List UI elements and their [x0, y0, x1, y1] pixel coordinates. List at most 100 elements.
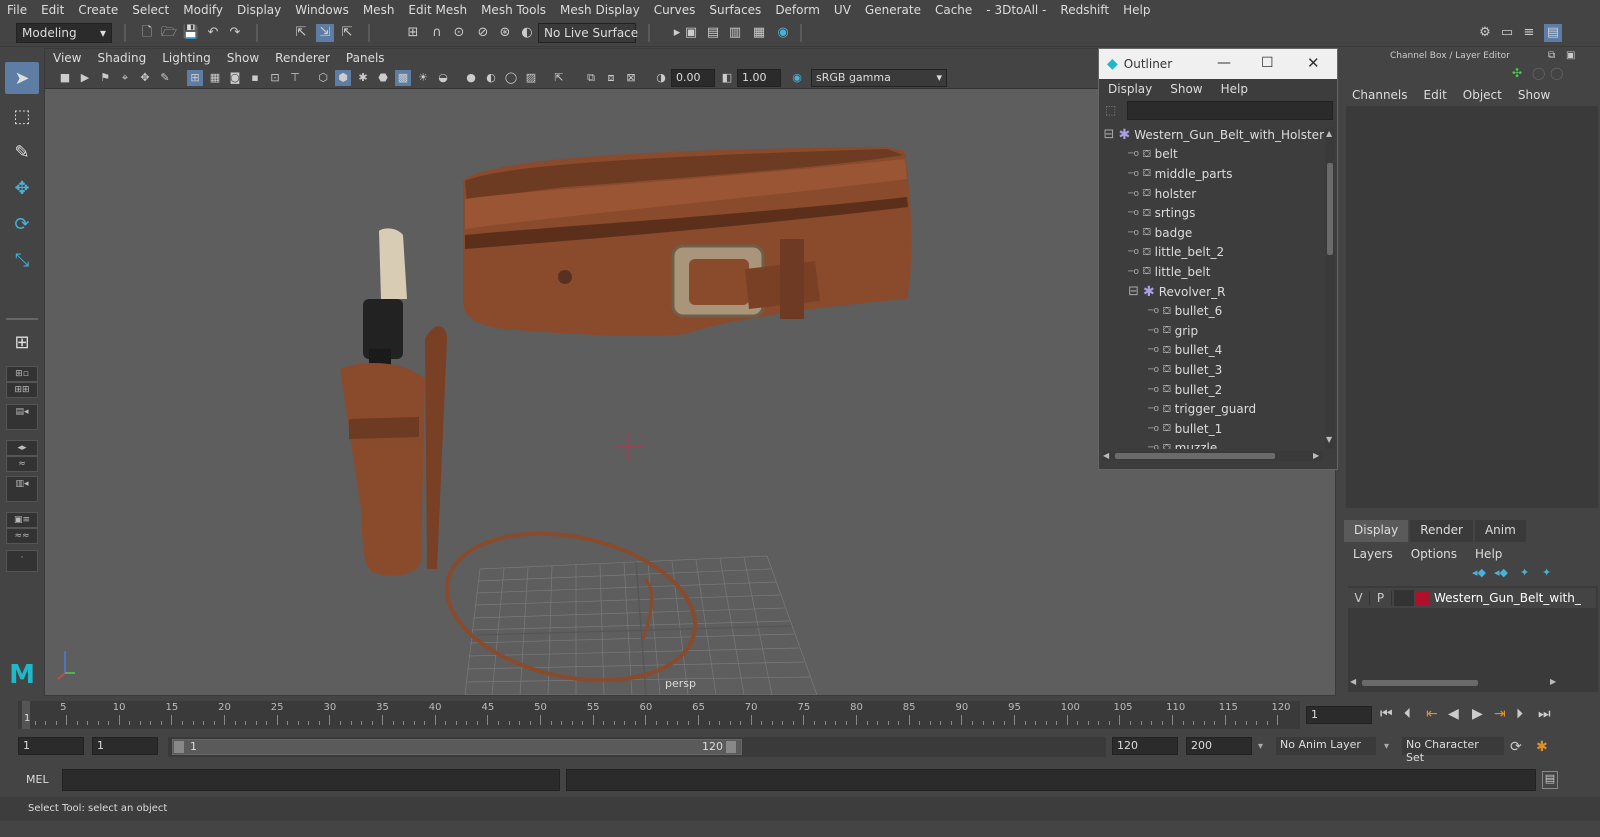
collapse-icon[interactable]: ⊟ [1099, 284, 1143, 299]
range-slider-track[interactable]: 1 120 [168, 737, 1106, 757]
filter-icon[interactable]: ⬚ [1105, 103, 1121, 119]
layer-playback-toggle[interactable]: P [1370, 591, 1392, 605]
new-scene-icon[interactable]: 🗋 [138, 24, 156, 42]
menu-item[interactable]: Edit [34, 3, 71, 17]
layer-visibility-toggle[interactable]: V [1348, 591, 1370, 605]
outliner-item[interactable]: ─o ⛋ srtings [1099, 203, 1324, 223]
select-tool-icon[interactable]: ➤ [5, 62, 39, 94]
viewport-menu-item[interactable]: Renderer [267, 51, 338, 65]
script-layout-icon[interactable]: ▥◂ [6, 476, 38, 502]
play-backward-icon[interactable]: ◀ [1448, 706, 1459, 722]
color-management-icon[interactable]: ◉ [789, 70, 805, 86]
go-to-start-icon[interactable]: ⏮ [1380, 706, 1393, 722]
workspace-icon[interactable]: ⚙ [1476, 24, 1494, 42]
outliner-item[interactable]: ─o ⛋ holster [1099, 184, 1324, 204]
new-layer-icon[interactable]: ✦ [1520, 566, 1529, 579]
menu-item[interactable]: Redshift [1053, 3, 1116, 17]
motion-blur-icon[interactable]: ◐ [483, 70, 499, 86]
textured-icon[interactable]: ▩ [395, 70, 411, 86]
maximize-icon[interactable]: ☐ [1261, 55, 1274, 71]
snap-point-icon[interactable]: ⊙ [450, 24, 468, 42]
render-frame-icon[interactable]: ▤ [704, 24, 722, 42]
outliner-item[interactable]: ─o ⛋ bullet_3 [1099, 360, 1324, 380]
playback-end-field[interactable]: 120 [1112, 737, 1178, 755]
uv-layout-icon[interactable]: ▣≡ [6, 512, 38, 528]
side-by-side-icon[interactable]: ⊞⊞ [6, 382, 38, 398]
close-panel-icon[interactable]: ▣ [1566, 50, 1575, 61]
move-tool-icon[interactable]: ✥ [5, 172, 39, 204]
xray-icon[interactable]: ⧉ [583, 70, 599, 86]
viewport-menu-item[interactable]: View [45, 51, 89, 65]
view-transform-dropdown[interactable]: sRGB gamma ▾ [811, 69, 947, 87]
isolate-select-icon[interactable]: ⇱ [551, 70, 567, 86]
toggle-panel-icon[interactable]: ▭ [1498, 24, 1516, 42]
new-layer-selected-icon[interactable]: ✦ [1542, 566, 1551, 579]
select-hierarchy-icon[interactable]: ⇱ [292, 24, 310, 42]
open-scene-icon[interactable]: 🗁 [160, 24, 178, 42]
safe-action-icon[interactable]: ⊤ [287, 70, 303, 86]
menu-item[interactable]: Create [71, 3, 125, 17]
menu-item[interactable]: Mesh Display [553, 3, 647, 17]
bookmark-icon[interactable]: ⚑ [97, 70, 113, 86]
anim-prefs-icon[interactable]: ✱ [1536, 739, 1548, 755]
menu-item[interactable]: Edit Mesh [401, 3, 474, 17]
save-scene-icon[interactable]: 💾 [182, 24, 200, 42]
lights-icon[interactable]: ☀ [415, 70, 431, 86]
make-live-icon[interactable]: ◐ [518, 24, 536, 42]
play-forward-icon[interactable]: ▶ [1472, 706, 1483, 722]
outliner-item[interactable]: ─o ⛋ grip [1099, 321, 1324, 341]
live-surface-field[interactable]: No Live Surface [538, 23, 638, 43]
grid-toggle-icon[interactable]: ⊞ [187, 70, 203, 86]
outliner-item[interactable]: ─o ⛋ little_belt_2 [1099, 243, 1324, 263]
range-end-grip[interactable] [726, 741, 736, 753]
undo-icon[interactable]: ↶ [204, 24, 222, 42]
channel-box-menu-item[interactable]: Edit [1416, 88, 1455, 102]
menu-item[interactable]: Surfaces [702, 3, 768, 17]
script-editor-icon[interactable]: ▤ [1542, 771, 1558, 789]
four-view-icon[interactable]: ⊞▫ [6, 366, 38, 382]
menu-item[interactable]: Generate [858, 3, 928, 17]
outliner-item[interactable]: ─o ⛋ bullet_2 [1099, 380, 1324, 400]
paint-select-icon[interactable]: ✎ [5, 136, 39, 168]
command-input[interactable] [62, 769, 560, 791]
current-frame-field[interactable]: 1 [1306, 706, 1372, 724]
channel-box-menu-item[interactable]: Show [1510, 88, 1558, 102]
outliner-menu-item[interactable]: Show [1161, 82, 1211, 96]
outliner-vscroll[interactable]: ▲ ▼ [1325, 127, 1335, 449]
outliner-hscroll[interactable]: ◀ ▶ [1103, 451, 1323, 461]
channel-list-area[interactable] [1346, 106, 1598, 508]
menu-item[interactable]: Display [230, 3, 288, 17]
go-to-end-icon[interactable]: ⏭ [1538, 706, 1551, 722]
render-settings-icon[interactable]: ▦ [750, 24, 768, 42]
hypershade-icon[interactable]: ◉ [774, 24, 792, 42]
outliner-item[interactable]: ─o ⛋ muzzle [1099, 439, 1324, 449]
snap-view-icon[interactable]: ⊘ [474, 24, 492, 42]
camera-attr-icon[interactable]: ▶ [77, 70, 93, 86]
outliner-item[interactable]: ─o ⛋ badge [1099, 223, 1324, 243]
menu-item[interactable]: Cache [928, 3, 979, 17]
gate-mask-icon[interactable]: ▪ [247, 70, 263, 86]
step-back-key-icon[interactable]: ⇤ [1426, 706, 1438, 722]
resolution-gate-icon[interactable]: ◙ [227, 70, 243, 86]
graph-layout-icon[interactable]: ◂▸ [6, 440, 38, 456]
step-forward-key-icon[interactable]: ⇥ [1494, 706, 1506, 722]
outliner-item[interactable]: ─o ⛋ trigger_guard [1099, 399, 1324, 419]
outliner-item[interactable]: ─o ⛋ bullet_4 [1099, 341, 1324, 361]
gamma-field[interactable]: 1.00 [737, 69, 781, 87]
depth-of-field-icon[interactable]: ▨ [523, 70, 539, 86]
collapse-icon[interactable]: ⊟ [1099, 127, 1118, 142]
outliner-search-input[interactable] [1127, 101, 1333, 120]
playback-start-field[interactable]: 1 [92, 737, 158, 755]
attribute-editor-icon[interactable]: ≡ [1520, 24, 1538, 42]
time-slider[interactable]: 5 10 15 20 25 30 35 40 45 50 55 60 65 70 75 80 85 90 95 100… [0, 697, 1600, 733]
move-layer-down-icon[interactable]: ◂◆ [1494, 566, 1508, 579]
layer-hscroll[interactable]: ◀ ▶ [1350, 677, 1558, 688]
xray-joints-icon[interactable]: ⧈ [603, 70, 619, 86]
float-panel-icon[interactable]: ⧉ [1548, 50, 1555, 61]
step-back-icon[interactable]: ⏴ [1404, 706, 1411, 722]
menu-item[interactable]: Mesh [356, 3, 402, 17]
layer-tab[interactable]: Display [1344, 520, 1409, 542]
hypergraph-layout-icon[interactable]: ≈ [6, 456, 38, 472]
outliner-item[interactable]: ─o ⛋ little_belt [1099, 262, 1324, 282]
custom-layout-icon[interactable]: · [6, 550, 38, 572]
